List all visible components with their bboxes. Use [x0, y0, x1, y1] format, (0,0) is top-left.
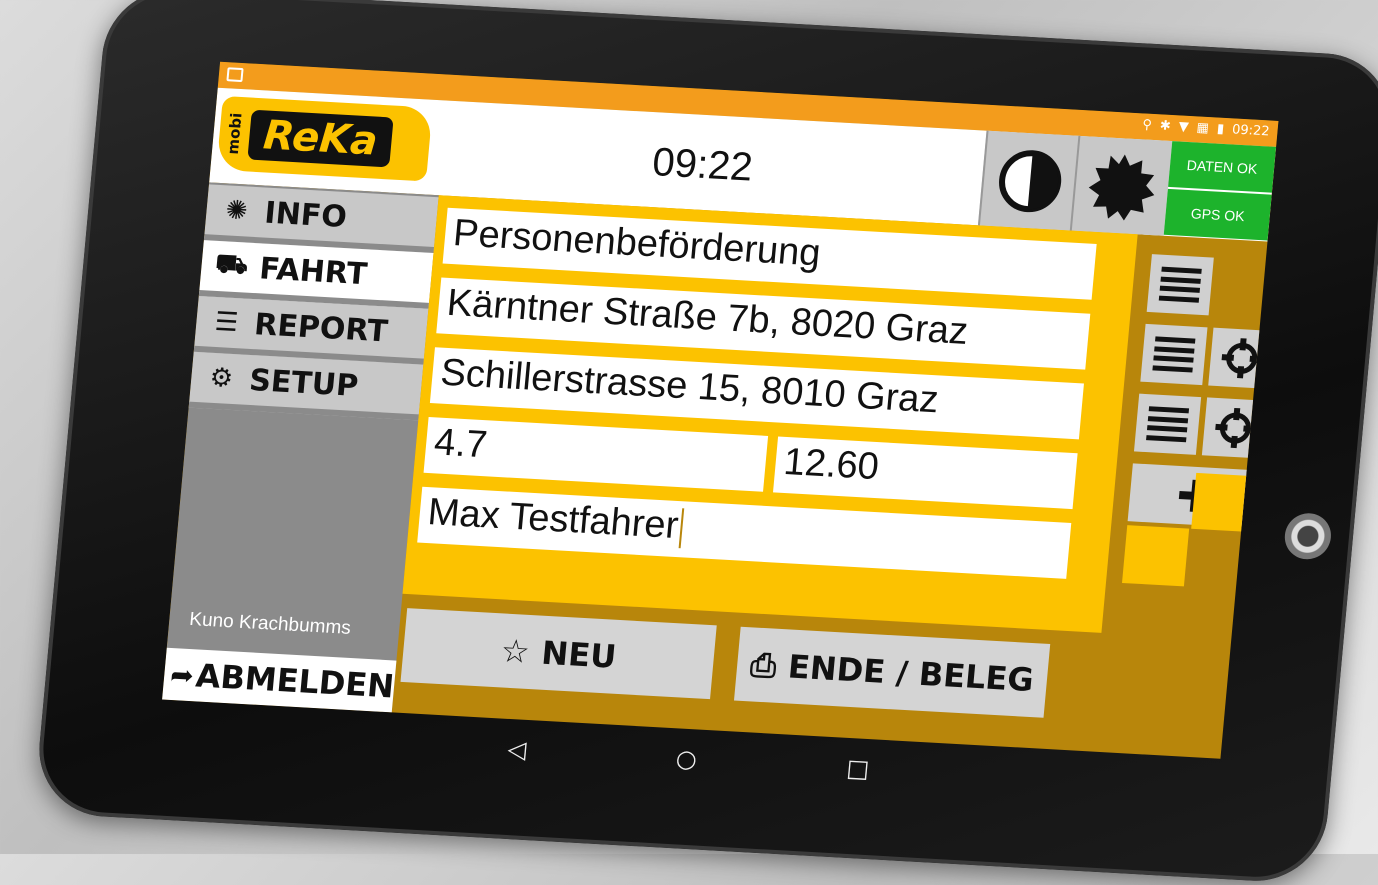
status-time: 09:22 [1231, 122, 1271, 140]
new-trip-button[interactable]: ☆ NEU [400, 608, 717, 700]
sidebar-item-label: SETUP [247, 362, 360, 404]
end-receipt-label: ENDE / BELEG [786, 647, 1036, 700]
trip-form: Personenbeförderung Kärntner Straße 7b, … [402, 195, 1138, 633]
crosshair-icon [1221, 338, 1263, 379]
home-icon[interactable]: ○ [675, 744, 698, 773]
crosshair-icon [1215, 407, 1256, 449]
no-sim-icon: ▦ [1195, 120, 1210, 137]
user-name: Kuno Krachbumms [188, 608, 352, 639]
logo-mobi: mobi [223, 112, 246, 156]
sidebar-item-label: FAHRT [257, 250, 369, 292]
destination-list-button[interactable] [1133, 393, 1202, 455]
data-status-badge: DATEN OK [1168, 141, 1277, 193]
back-icon[interactable]: ◁ [506, 735, 527, 764]
app-logo: mobi ReKa [216, 96, 433, 182]
new-trip-label: NEU [539, 633, 618, 676]
list-icon [1158, 266, 1202, 303]
logout-label: ABMELDEN [194, 656, 396, 706]
brightness-icon [1088, 153, 1155, 220]
bluetooth-icon: ✱ [1159, 118, 1172, 134]
contrast-icon [999, 149, 1062, 212]
tablet-frame: ⚲ ✱ ▼ ▦ ▮ 09:22 mobi ReKa 09:22 DATEN OK… [33, 0, 1378, 885]
list-icon [1152, 336, 1196, 373]
home-button[interactable] [1282, 512, 1333, 561]
decorative-tile [1122, 525, 1190, 587]
distance-field[interactable]: 4.7 [423, 416, 769, 492]
contrast-button[interactable] [977, 130, 1081, 231]
logo-reka: ReKa [247, 109, 394, 168]
gear-icon: ⚙ [208, 362, 235, 394]
image-icon [226, 67, 244, 83]
list-icon: ☰ [213, 306, 240, 339]
gps-status-badge: GPS OK [1163, 188, 1272, 241]
list-icon [1146, 406, 1190, 443]
clock: 09:22 [650, 140, 755, 190]
printer-icon: ⎙ [748, 644, 778, 685]
decorative-tile [1191, 472, 1263, 533]
driver-name: Max Testfahrer [426, 491, 681, 548]
battery-icon: ▮ [1216, 121, 1225, 137]
app-screen: ⚲ ✱ ▼ ▦ ▮ 09:22 mobi ReKa 09:22 DATEN OK… [162, 61, 1279, 759]
recents-icon[interactable]: □ [845, 754, 870, 783]
compass-icon: ✺ [224, 195, 249, 227]
end-receipt-button[interactable]: ⎙ ENDE / BELEG [733, 626, 1051, 718]
sidebar-item-setup[interactable]: ⚙ SETUP [188, 351, 424, 421]
car-icon: ⛟ [214, 248, 250, 281]
sidebar: ✺ INFO ⛟ FAHRT ☰ REPORT ⚙ SETUP Kuno Kra… [162, 182, 439, 713]
wifi-icon: ▼ [1177, 119, 1190, 135]
service-type-list-button[interactable] [1146, 254, 1214, 316]
logout-icon: ➦ [168, 657, 196, 692]
star-icon: ☆ [499, 631, 532, 671]
location-icon: ⚲ [1141, 117, 1153, 133]
sidebar-item-label: REPORT [252, 306, 390, 349]
pickup-locate-button[interactable] [1208, 327, 1276, 389]
price-field[interactable]: 12.60 [773, 436, 1078, 510]
pickup-list-button[interactable] [1140, 323, 1208, 386]
brightness-button[interactable] [1069, 135, 1173, 236]
destination-locate-button[interactable] [1201, 397, 1270, 459]
sidebar-item-label: INFO [263, 195, 349, 235]
